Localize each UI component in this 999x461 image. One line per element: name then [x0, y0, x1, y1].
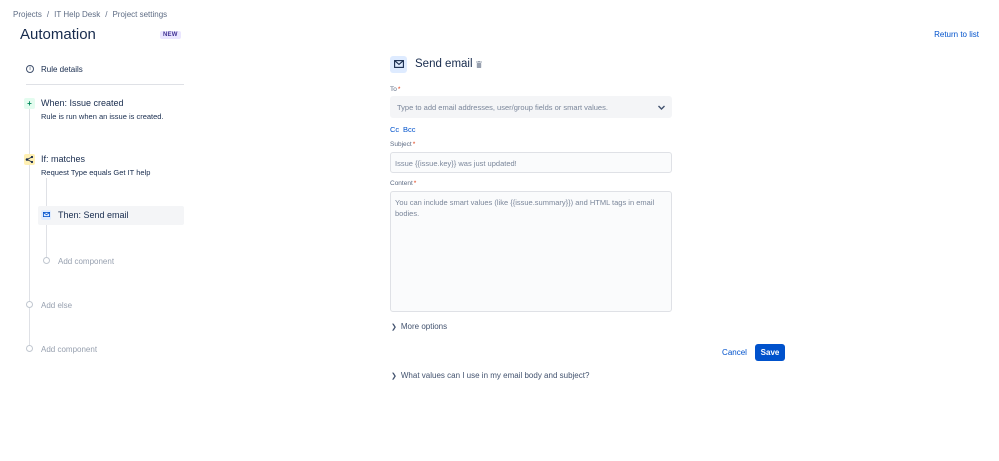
help-values-label: What values can I use in my email body a… — [400, 371, 590, 380]
breadcrumb-it-help-desk[interactable]: IT Help Desk — [54, 10, 100, 19]
required-mark: * — [412, 141, 416, 148]
add-else-dot[interactable] — [26, 301, 33, 308]
more-options-label: More options — [400, 322, 448, 331]
add-component-inner-link[interactable]: Add component — [58, 257, 114, 266]
send-email-icon — [390, 56, 407, 73]
flow-connector — [29, 165, 30, 345]
trigger-description: Rule is run when an issue is created. — [41, 112, 164, 121]
email-icon — [41, 210, 51, 220]
action-send-email-item[interactable]: Then: Send email — [38, 206, 184, 225]
add-component-dot[interactable] — [26, 345, 33, 352]
flow-connector — [29, 109, 30, 154]
trash-icon[interactable] — [476, 61, 482, 68]
subject-placeholder: Issue {{issue.key}} was just updated! — [395, 159, 517, 168]
rule-details-label: Rule details — [41, 65, 83, 74]
add-component-outer-link[interactable]: Add component — [41, 345, 97, 354]
chevron-right-icon: ❯ — [391, 373, 397, 380]
bcc-link[interactable]: Bcc — [403, 125, 416, 134]
return-to-list-link[interactable]: Return to list — [934, 30, 979, 39]
cancel-label: Cancel — [722, 348, 747, 357]
breadcrumb-projects[interactable]: Projects — [13, 10, 42, 19]
to-select[interactable]: Type to add email addresses, user/group … — [390, 96, 672, 118]
subject-label: Subject* — [390, 141, 416, 148]
add-component-dot[interactable] — [43, 257, 50, 264]
content-textarea[interactable]: You can include smart values (like {{iss… — [390, 191, 672, 312]
info-icon: i — [26, 65, 34, 73]
required-mark: * — [413, 180, 417, 187]
save-button[interactable]: Save — [755, 344, 785, 361]
more-options-toggle[interactable]: ❯ More options — [391, 322, 447, 331]
new-badge: NEW — [160, 31, 181, 39]
to-label: To* — [390, 86, 401, 93]
content-label: Content* — [390, 180, 417, 187]
condition-description: Request Type equals Get IT help — [41, 168, 151, 177]
page-title: Automation — [20, 26, 96, 43]
condition-branch-icon — [24, 154, 35, 165]
chevron-down-icon — [658, 105, 665, 110]
action-title: Then: Send email — [58, 210, 129, 220]
subject-input[interactable]: Issue {{issue.key}} was just updated! — [390, 152, 672, 173]
breadcrumb: Projects / IT Help Desk / Project settings — [13, 10, 167, 19]
to-placeholder: Type to add email addresses, user/group … — [397, 103, 608, 112]
trigger-plus-icon: + — [24, 98, 35, 109]
help-values-toggle[interactable]: ❯ What values can I use in my email body … — [391, 371, 589, 380]
content-placeholder: You can include smart values (like {{iss… — [395, 198, 655, 218]
chevron-right-icon: ❯ — [391, 324, 397, 331]
condition-title[interactable]: If: matches — [41, 154, 85, 164]
breadcrumb-project-settings[interactable]: Project settings — [112, 10, 167, 19]
breadcrumb-separator: / — [46, 10, 50, 19]
cc-link[interactable]: Cc — [390, 125, 399, 134]
editor-title: Send email — [415, 58, 473, 70]
required-mark: * — [397, 86, 401, 93]
trigger-title[interactable]: When: Issue created — [41, 98, 124, 108]
cancel-button[interactable]: Cancel — [718, 344, 751, 361]
breadcrumb-separator: / — [105, 10, 108, 19]
rule-details-item[interactable]: i Rule details — [26, 64, 184, 85]
add-else-link[interactable]: Add else — [41, 301, 72, 310]
